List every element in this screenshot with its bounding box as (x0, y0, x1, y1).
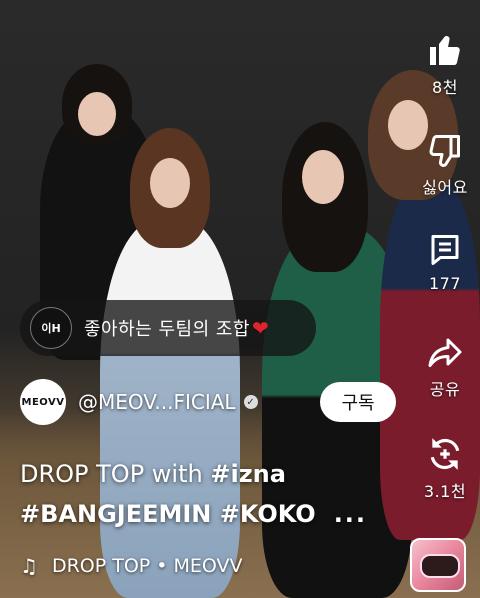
music-track: DROP TOP • MEOVV (51, 555, 243, 577)
dancer-face (302, 150, 344, 204)
remix-icon (425, 434, 465, 474)
dislike-label: 싫어요 (422, 178, 468, 197)
remix-count: 3.1천 (423, 482, 467, 501)
caption-badge: 이H (30, 307, 72, 349)
thumbs-up-icon (425, 30, 465, 70)
hashtag-link[interactable]: #izna (210, 460, 286, 488)
dancer-face (78, 92, 116, 136)
caption-text: 좋아하는 두팀의 조합 ❤ (84, 315, 269, 341)
thumbs-down-icon (425, 130, 465, 170)
caption-text-label: 좋아하는 두팀의 조합 (84, 319, 250, 340)
subscribe-button[interactable]: 구독 (320, 382, 396, 422)
like-button[interactable]: 8천 (410, 30, 480, 98)
remix-button[interactable]: 3.1천 (410, 434, 480, 502)
verified-icon: ✓ (243, 395, 258, 409)
music-row[interactable]: ♫ DROP TOP • MEOVV (20, 554, 243, 578)
music-note-icon: ♫ (20, 554, 38, 578)
like-count: 8천 (432, 78, 458, 97)
heart-icon: ❤ (251, 316, 270, 340)
channel-avatar[interactable]: MEOVV (20, 379, 66, 425)
sound-thumbnail[interactable] (410, 538, 466, 592)
dancer-face (150, 158, 190, 208)
thumbnail-art (420, 554, 460, 578)
more-button[interactable]: ... (334, 500, 367, 528)
comments-button[interactable]: 177 (410, 230, 480, 293)
channel-row[interactable]: MEOVV @MEOV...FICIAL ✓ (20, 378, 258, 426)
comments-count: 177 (428, 274, 462, 293)
comment-icon (425, 230, 465, 270)
dislike-button[interactable]: 싫어요 (410, 130, 480, 198)
video-title[interactable]: DROP TOP with #izna #BANGJEEMIN #KOKO... (20, 454, 400, 534)
share-label: 공유 (429, 380, 461, 399)
share-icon (425, 332, 465, 372)
title-text: DROP TOP with (20, 460, 211, 488)
share-button[interactable]: 공유 (410, 332, 480, 400)
hashtag-links[interactable]: #BANGJEEMIN #KOKO (20, 500, 316, 528)
channel-handle[interactable]: @MEOV...FICIAL (78, 390, 236, 414)
caption-pill: 이H 좋아하는 두팀의 조합 ❤ (20, 300, 316, 356)
